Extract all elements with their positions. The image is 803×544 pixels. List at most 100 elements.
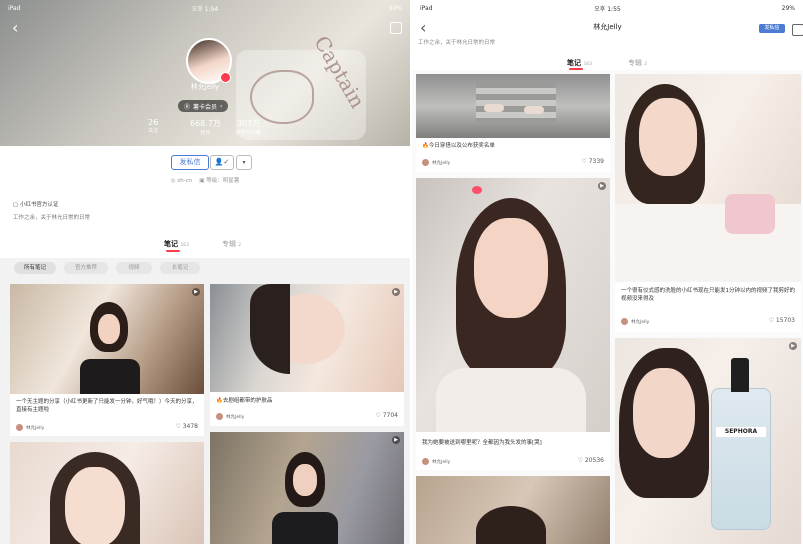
note-image-body bbox=[80, 359, 140, 394]
avatar[interactable] bbox=[186, 38, 232, 84]
author-name: 林允Jelly bbox=[226, 414, 245, 420]
verified-text: ▢ 小红书官方认证 bbox=[13, 200, 58, 208]
user-check-icon: 👤✓ bbox=[214, 158, 230, 166]
note-image bbox=[10, 442, 204, 544]
tab-label: 专辑 bbox=[628, 59, 642, 67]
heart-icon: ♡ bbox=[375, 412, 381, 419]
profile-level: 等级：明星薯 bbox=[206, 178, 240, 184]
note-title: 一个很有仪式感的洗脸的小红书现在只能发1分钟以内的视频了我剪好的视频没来得及 bbox=[621, 288, 796, 302]
note-card[interactable] bbox=[10, 442, 204, 544]
note-image bbox=[416, 476, 610, 544]
note-image-face bbox=[474, 218, 548, 318]
note-image bbox=[416, 178, 610, 432]
profile-meta: ◎ zh-cn ▣ 等级：明星薯 bbox=[0, 176, 410, 184]
note-card[interactable]: ▶ 一个无主题的分享（小红书更新了只能发一分钟，好气哦！）今天的分享，直接有主题… bbox=[10, 284, 204, 436]
filter-video[interactable]: 视频 bbox=[116, 262, 152, 274]
note-likes[interactable]: ♡ 7339 bbox=[581, 158, 604, 165]
note-likes[interactable]: ♡ 20536 bbox=[578, 457, 604, 464]
heart-icon: ♡ bbox=[577, 457, 583, 464]
member-badge[interactable]: Ⓡ 薯卡会员 › bbox=[178, 100, 229, 112]
stat-value: 26 bbox=[148, 118, 159, 127]
share-icon[interactable] bbox=[390, 22, 402, 34]
note-image-bottle bbox=[725, 194, 775, 234]
back-icon[interactable]: ‹ bbox=[12, 18, 18, 37]
stat-value: 303万 bbox=[236, 119, 261, 128]
message-button[interactable]: 发私信 bbox=[171, 155, 209, 170]
profile-tabs: 笔记 163 专辑 2 bbox=[0, 236, 410, 254]
followed-button[interactable]: 👤✓ bbox=[210, 155, 234, 170]
author-avatar bbox=[422, 458, 429, 465]
verified-icon: ▢ bbox=[13, 202, 19, 208]
author-avatar bbox=[216, 413, 223, 420]
note-image-face bbox=[633, 368, 695, 458]
profile-header-compact: iPad 오후 1:55 29% ‹ 林允Jelly 发私信 工作之余，关于林允… bbox=[412, 0, 803, 70]
heart-icon: ♡ bbox=[768, 317, 774, 324]
profile-location: zh-cn bbox=[177, 178, 193, 184]
note-card[interactable]: ▶ bbox=[210, 432, 404, 544]
note-card[interactable]: SEPHORA ▶ bbox=[615, 338, 801, 544]
note-filters: 所有笔记 官方推荐 视频 长笔记 bbox=[0, 258, 410, 280]
stat-label: 粉丝 bbox=[200, 130, 211, 136]
tab-notes[interactable]: 笔记 163 bbox=[567, 58, 592, 68]
stat-label: 获赞与收藏 bbox=[236, 130, 262, 136]
note-author[interactable]: 林允Jelly bbox=[16, 424, 44, 431]
chevron-down-icon: ▾ bbox=[242, 159, 246, 166]
note-title: 🔥今日穿搭以及公布获奖名单 bbox=[422, 143, 495, 149]
more-dropdown[interactable]: ▾ bbox=[236, 155, 252, 170]
note-image-face bbox=[65, 467, 125, 544]
note-card[interactable]: ▶ 🔥去剧组都带的护肤品 林允Jelly ♡ 7704 bbox=[210, 284, 404, 426]
note-likes[interactable]: ♡ 15703 bbox=[769, 317, 795, 324]
tab-underline bbox=[569, 68, 583, 70]
tab-albums[interactable]: 专辑 2 bbox=[222, 239, 241, 249]
note-image-pump bbox=[731, 358, 749, 392]
stat-value: 668.7万 bbox=[190, 119, 221, 128]
play-icon: ▶ bbox=[192, 288, 200, 296]
status-bar: iPad 오후 1:54 30% bbox=[0, 0, 410, 16]
stat-following[interactable]: 26 关注 bbox=[148, 118, 158, 134]
profile-bio: 工作之余，关于林允日常的日常 bbox=[13, 215, 91, 221]
note-likes[interactable]: ♡ 3478 bbox=[175, 423, 198, 430]
profile-username: 林允Jelly bbox=[190, 83, 220, 91]
filter-recommended[interactable]: 官方推荐 bbox=[64, 262, 108, 274]
note-image-stairs bbox=[476, 82, 556, 122]
filter-all[interactable]: 所有笔记 bbox=[14, 262, 56, 274]
likes-count: 7704 bbox=[382, 412, 398, 419]
note-author[interactable]: 林允Jelly bbox=[422, 159, 450, 166]
note-card[interactable]: 🔥今日穿搭以及公布获奖名单 林允Jelly ♡ 7339 bbox=[416, 74, 610, 172]
location-icon: ◎ bbox=[170, 178, 176, 184]
tab-label: 笔记 bbox=[164, 240, 178, 248]
note-title: 🔥去剧组都带的护肤品 bbox=[216, 398, 273, 404]
tab-count: 163 bbox=[583, 62, 593, 67]
stat-followers[interactable]: 668.7万 粉丝 bbox=[190, 118, 221, 136]
tab-albums[interactable]: 专辑 2 bbox=[628, 58, 647, 68]
likes-count: 3478 bbox=[182, 423, 198, 430]
stat-likes[interactable]: 303万 获赞与收藏 bbox=[236, 118, 261, 136]
share-icon[interactable] bbox=[792, 24, 803, 36]
note-author[interactable]: 林允Jelly bbox=[216, 413, 244, 420]
tab-count: 2 bbox=[644, 62, 648, 67]
author-name: 林允Jelly bbox=[432, 459, 451, 465]
cover-doodle bbox=[250, 70, 314, 124]
note-author[interactable]: 林允Jelly bbox=[621, 318, 649, 325]
note-image-hair bbox=[250, 284, 290, 374]
play-icon: ▶ bbox=[598, 182, 606, 190]
note-image: SEPHORA bbox=[615, 338, 801, 544]
likes-count: 7339 bbox=[588, 158, 604, 165]
author-name: 林允Jelly bbox=[631, 319, 650, 325]
note-image-body bbox=[272, 512, 338, 544]
message-button[interactable]: 发私信 bbox=[759, 24, 785, 33]
note-author[interactable]: 林允Jelly bbox=[422, 458, 450, 465]
note-image-bottle: SEPHORA bbox=[711, 388, 771, 530]
left-screen: Captain iPad 오후 1:54 30% ‹ 林允Jelly Ⓡ 薯卡会… bbox=[0, 0, 410, 544]
tab-underline bbox=[166, 250, 180, 252]
note-image-shoe bbox=[524, 106, 544, 114]
note-likes[interactable]: ♡ 7704 bbox=[375, 412, 398, 419]
note-card[interactable] bbox=[416, 476, 610, 544]
play-icon: ▶ bbox=[789, 342, 797, 350]
profile-bio: 工作之余，关于林允日常的日常 bbox=[418, 40, 496, 46]
note-card[interactable]: 一个很有仪式感的洗脸的小红书现在只能发1分钟以内的视频了我剪好的视频没来得及 林… bbox=[615, 74, 801, 332]
tab-count: 163 bbox=[180, 243, 190, 248]
filter-long[interactable]: 长笔记 bbox=[160, 262, 200, 274]
note-card[interactable]: ▶ 我为她要被送到哪里呢？全都因为我头发的事[哭] 林允Jelly ♡ 2053… bbox=[416, 178, 610, 470]
tab-notes[interactable]: 笔记 163 bbox=[164, 239, 189, 249]
